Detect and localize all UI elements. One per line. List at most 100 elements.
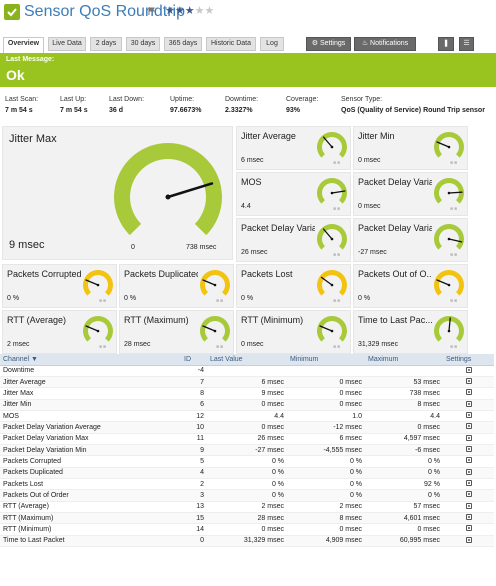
tab-historic-data[interactable]: Historic Data bbox=[206, 37, 256, 51]
channel-settings-icon[interactable] bbox=[465, 480, 472, 487]
channel-settings-icon[interactable] bbox=[465, 468, 472, 475]
table-row[interactable]: Packets Corrupted 5 0 % 0 % 0 % bbox=[0, 455, 494, 468]
gauge-tool-icons[interactable]: ■■ bbox=[450, 160, 458, 166]
table-row[interactable]: Packets Lost 2 0 % 0 % 92 % bbox=[0, 478, 494, 491]
gauge-tool-icons[interactable]: ■■ bbox=[333, 206, 341, 212]
gauge-value: 0 msec bbox=[358, 157, 381, 164]
table-row[interactable]: MOS 12 4.4 1.0 4.4 bbox=[0, 410, 494, 423]
channel-settings-icon[interactable] bbox=[465, 491, 472, 498]
settings-button[interactable]: ⚙ Settings bbox=[306, 37, 351, 51]
tab-overview[interactable]: Overview bbox=[3, 37, 44, 53]
gauge-tool-icons[interactable]: ■■ bbox=[333, 344, 341, 350]
gauge-tool-icons[interactable]: ■■ bbox=[333, 298, 341, 304]
star-icon[interactable]: ★ bbox=[165, 5, 175, 17]
gauge-tool-icons[interactable]: ■■ bbox=[99, 344, 107, 350]
channel-settings-icon[interactable] bbox=[465, 412, 472, 419]
col-settings: Settings bbox=[443, 354, 494, 366]
star-icon[interactable]: ★ bbox=[205, 5, 215, 17]
gauge-arc bbox=[434, 178, 464, 204]
channel-settings-icon[interactable] bbox=[465, 389, 472, 396]
table-row[interactable]: Packet Delay Variation Average 10 0 msec -1… bbox=[0, 421, 494, 434]
flag-icon[interactable] bbox=[148, 7, 156, 15]
last-value: 0 % bbox=[207, 455, 287, 468]
table-row[interactable]: Jitter Average 7 6 msec 0 msec 53 msec bbox=[0, 376, 494, 389]
channel-name: Packet Delay Variation Max bbox=[0, 433, 181, 445]
pause-button[interactable]: ❚ bbox=[438, 37, 454, 51]
star-icon[interactable]: ★ bbox=[175, 5, 185, 17]
gauge-tool-icons[interactable]: ■■ bbox=[450, 344, 458, 350]
channel-settings-icon[interactable] bbox=[465, 536, 472, 543]
gauge-tool-icons[interactable]: ■■ bbox=[450, 206, 458, 212]
gauge-tool-icons[interactable]: ■■ bbox=[333, 252, 341, 258]
table-row[interactable]: Downtime -4 bbox=[0, 365, 494, 377]
star-icon[interactable]: ★ bbox=[185, 5, 195, 17]
minimum-value: 0 msec bbox=[287, 399, 365, 411]
col-minimum[interactable]: Minimum bbox=[287, 354, 365, 366]
last-value: 31,329 msec bbox=[207, 535, 287, 548]
priority-stars[interactable]: ★★★★★ bbox=[165, 4, 214, 18]
table-row[interactable]: RTT (Average) 13 2 msec 2 msec 57 msec bbox=[0, 501, 494, 513]
table-row[interactable]: RTT (Minimum) 14 0 msec 0 msec 0 msec bbox=[0, 523, 494, 536]
tab-2-days[interactable]: 2 days bbox=[90, 37, 122, 51]
star-icon[interactable]: ★ bbox=[195, 5, 205, 17]
gauge-tool-icons[interactable]: ■■ bbox=[99, 298, 107, 304]
channel-settings-icon[interactable] bbox=[465, 457, 472, 464]
gauge-card[interactable]: Packet Delay Varia... -27 msec ■■ bbox=[353, 218, 468, 262]
gauge-card[interactable]: RTT (Average) 2 msec ■■ bbox=[2, 310, 117, 354]
gauge-card[interactable]: Jitter Min 0 msec ■■ bbox=[353, 126, 468, 170]
last-value: 0 % bbox=[207, 489, 287, 502]
channel-settings-icon[interactable] bbox=[465, 423, 472, 430]
gauge-card[interactable]: Time to Last Pac... 31,329 msec ■■ bbox=[353, 310, 468, 354]
minimum-value: 1.0 bbox=[287, 410, 365, 423]
tab-365-days[interactable]: 365 days bbox=[164, 37, 202, 51]
channel-settings-icon[interactable] bbox=[465, 446, 472, 453]
tab-live-data[interactable]: Live Data bbox=[48, 37, 86, 51]
more-button[interactable]: ☰ bbox=[459, 37, 474, 51]
channel-settings-icon[interactable] bbox=[465, 400, 472, 407]
gauge-tool-icons[interactable]: ■■ bbox=[450, 252, 458, 258]
gauge-tool-icons[interactable]: ■■ bbox=[450, 298, 458, 304]
notifications-button[interactable]: ♨ Notifications bbox=[354, 37, 416, 51]
table-row[interactable]: Packets Duplicated 4 0 % 0 % 0 % bbox=[0, 467, 494, 479]
gauge-card[interactable]: Packets Out of O... 0 % ■■ bbox=[353, 264, 468, 308]
tab-log[interactable]: Log bbox=[260, 37, 284, 51]
table-row[interactable]: Packet Delay Variation Max 11 26 msec 6 mse… bbox=[0, 433, 494, 445]
table-row[interactable]: Packet Delay Variation Min 9 -27 msec -4,55… bbox=[0, 444, 494, 457]
gauge-tool-icons[interactable]: ■■ bbox=[333, 160, 341, 166]
gauge-card[interactable]: Packet Delay Varia... 0 msec ■■ bbox=[353, 172, 468, 216]
gauge-jitter-max[interactable]: Jitter Max 9 msec 0 738 msec bbox=[2, 126, 233, 260]
gauge-hub bbox=[330, 329, 334, 333]
gauge-dial bbox=[317, 132, 347, 158]
channel-settings-icon[interactable] bbox=[465, 378, 472, 385]
gauge-hub bbox=[330, 145, 334, 149]
tab-30-days[interactable]: 30 days bbox=[126, 37, 160, 51]
channel-settings-icon[interactable] bbox=[465, 525, 472, 532]
row-settings-cell bbox=[443, 433, 494, 445]
last-value: 0 msec bbox=[207, 421, 287, 434]
table-row[interactable]: Jitter Min 6 0 msec 0 msec 8 msec bbox=[0, 399, 494, 411]
gauge-card[interactable]: Packets Corrupted 0 % ■■ bbox=[2, 264, 117, 308]
channel-settings-icon[interactable] bbox=[465, 514, 472, 521]
table-row[interactable]: RTT (Maximum) 15 28 msec 8 msec 4,601 msec bbox=[0, 512, 494, 525]
col-last-value[interactable]: Last Value bbox=[207, 354, 287, 366]
gauge-card[interactable]: Jitter Average 6 msec ■■ bbox=[236, 126, 351, 170]
table-row[interactable]: Time to Last Packet 0 31,329 msec 4,909 mse… bbox=[0, 535, 494, 548]
table-row[interactable]: Jitter Max 8 9 msec 0 msec 738 msec bbox=[0, 387, 494, 400]
gauge-card[interactable]: Packets Duplicated 0 % ■■ bbox=[119, 264, 234, 308]
gauge-card[interactable]: RTT (Maximum) 28 msec ■■ bbox=[119, 310, 234, 354]
gauge-card[interactable]: Packets Lost 0 % ■■ bbox=[236, 264, 351, 308]
gauge-card[interactable]: MOS 4.4 ■■ bbox=[236, 172, 351, 216]
gauge-card[interactable]: RTT (Minimum) 0 msec ■■ bbox=[236, 310, 351, 354]
stat-last-down: Last Down: 36 d bbox=[109, 96, 145, 114]
col-channel[interactable]: Channel ▼ bbox=[0, 354, 181, 366]
gauge-tool-icons[interactable]: ■■ bbox=[216, 344, 224, 350]
gauge-card[interactable]: Packet Delay Varia... 26 msec ■■ bbox=[236, 218, 351, 262]
channel-settings-icon[interactable] bbox=[465, 366, 472, 373]
minimum-value: 0 % bbox=[287, 489, 365, 502]
channel-settings-icon[interactable] bbox=[465, 434, 472, 441]
col-id[interactable]: ID bbox=[181, 354, 207, 366]
table-row[interactable]: Packets Out of Order 3 0 % 0 % 0 % bbox=[0, 489, 494, 502]
gauge-tool-icons[interactable]: ■■ bbox=[216, 298, 224, 304]
channel-settings-icon[interactable] bbox=[465, 502, 472, 509]
col-maximum[interactable]: Maximum bbox=[365, 354, 443, 366]
